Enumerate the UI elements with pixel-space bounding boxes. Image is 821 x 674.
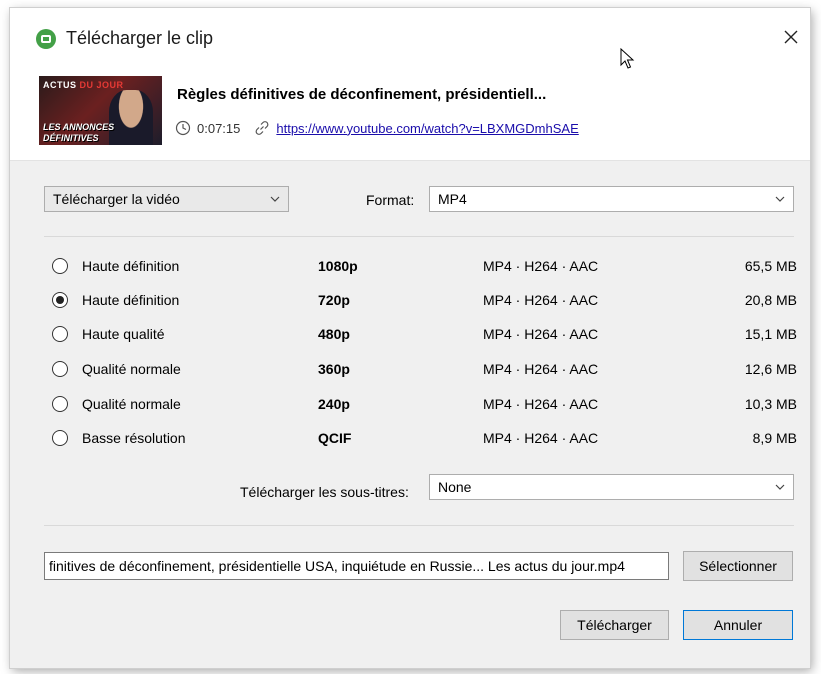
video-meta: 0:07:15 https://www.youtube.com/watch?v=… <box>175 118 579 138</box>
radio-button[interactable] <box>52 258 68 274</box>
quality-size: 20,8 MB <box>744 292 797 308</box>
quality-resolution: 480p <box>318 326 350 342</box>
quality-label: Qualité normale <box>82 396 181 412</box>
cancel-button[interactable]: Annuler <box>683 610 793 640</box>
quality-label: Basse résolution <box>82 430 186 446</box>
video-duration: 0:07:15 <box>197 120 241 136</box>
close-icon <box>784 30 798 44</box>
quality-codec: MP4 · H264 · AAC <box>483 258 599 274</box>
quality-codec: MP4 · H264 · AAC <box>483 326 599 342</box>
clock-icon <box>175 120 191 136</box>
quality-option[interactable]: Haute qualité 480p MP4 · H264 · AAC 15,1… <box>52 324 797 346</box>
quality-label: Haute définition <box>82 258 180 274</box>
quality-option[interactable]: Basse résolution QCIF MP4 · H264 · AAC 8… <box>52 428 797 450</box>
radio-button[interactable] <box>52 326 68 342</box>
quality-resolution: 720p <box>318 292 350 308</box>
mouse-cursor-icon <box>620 48 635 69</box>
quality-label: Haute définition <box>82 292 180 308</box>
download-mode-select[interactable]: Télécharger la vidéo <box>44 186 289 212</box>
quality-option[interactable]: Qualité normale 240p MP4 · H264 · AAC 10… <box>52 394 797 416</box>
quality-option[interactable]: Haute définition 1080p MP4 · H264 · AAC … <box>52 256 797 278</box>
download-button[interactable]: Télécharger <box>560 610 669 640</box>
radio-button[interactable] <box>52 396 68 412</box>
quality-resolution: 1080p <box>318 258 358 274</box>
chevron-down-icon <box>270 196 280 202</box>
quality-resolution: 240p <box>318 396 350 412</box>
dialog-title: Télécharger le clip <box>66 28 214 48</box>
quality-size: 8,9 MB <box>752 430 797 446</box>
format-select[interactable]: MP4 <box>429 186 794 212</box>
chevron-down-icon <box>775 196 785 202</box>
subtitles-value: None <box>438 479 472 495</box>
divider <box>44 525 794 526</box>
quality-size: 12,6 MB <box>744 361 797 377</box>
link-icon <box>255 121 269 135</box>
quality-size: 15,1 MB <box>744 326 797 342</box>
radio-button[interactable] <box>52 430 68 446</box>
select-folder-button[interactable]: Sélectionner <box>683 551 793 581</box>
video-title: Règles définitives de déconfinement, pré… <box>177 86 547 103</box>
thumbnail-person <box>109 90 153 145</box>
subtitles-label: Télécharger les sous-titres: <box>240 484 409 500</box>
quality-codec: MP4 · H264 · AAC <box>483 361 599 377</box>
thumbnail-banner-b: DU JOUR <box>79 80 124 90</box>
quality-label: Qualité normale <box>82 361 181 377</box>
download-dialog: Télécharger le clip ACTUS DU JOUR LES AN… <box>10 8 810 668</box>
quality-codec: MP4 · H264 · AAC <box>483 396 599 412</box>
thumbnail-tag-b: DÉFINITIVES <box>43 133 99 143</box>
thumbnail-tag-a: LES ANNONCES <box>43 122 115 132</box>
quality-size: 65,5 MB <box>744 258 797 274</box>
video-thumbnail: ACTUS DU JOUR LES ANNONCES DÉFINITIVES <box>39 76 162 145</box>
quality-codec: MP4 · H264 · AAC <box>483 430 599 446</box>
format-value: MP4 <box>438 191 467 207</box>
format-label: Format: <box>366 192 415 208</box>
dialog-header: Télécharger le clip ACTUS DU JOUR LES AN… <box>10 8 810 161</box>
output-path-input[interactable]: finitives de déconfinement, présidentiel… <box>44 552 669 580</box>
chevron-down-icon <box>775 484 785 490</box>
radio-button[interactable] <box>52 292 68 308</box>
quality-label: Haute qualité <box>82 326 165 342</box>
quality-resolution: QCIF <box>318 430 352 446</box>
quality-resolution: 360p <box>318 361 350 377</box>
divider <box>44 236 794 237</box>
quality-option[interactable]: Qualité normale 360p MP4 · H264 · AAC 12… <box>52 359 797 381</box>
subtitles-select[interactable]: None <box>429 474 794 500</box>
close-button[interactable] <box>776 22 806 52</box>
thumbnail-banner-a: ACTUS <box>43 80 77 90</box>
app-logo-icon <box>36 29 56 49</box>
video-url-link[interactable]: https://www.youtube.com/watch?v=LBXMGDmh… <box>276 121 578 136</box>
quality-codec: MP4 · H264 · AAC <box>483 292 599 308</box>
radio-button[interactable] <box>52 361 68 377</box>
download-mode-value: Télécharger la vidéo <box>53 191 180 207</box>
quality-option[interactable]: Haute définition 720p MP4 · H264 · AAC 2… <box>52 290 797 312</box>
quality-size: 10,3 MB <box>744 396 797 412</box>
